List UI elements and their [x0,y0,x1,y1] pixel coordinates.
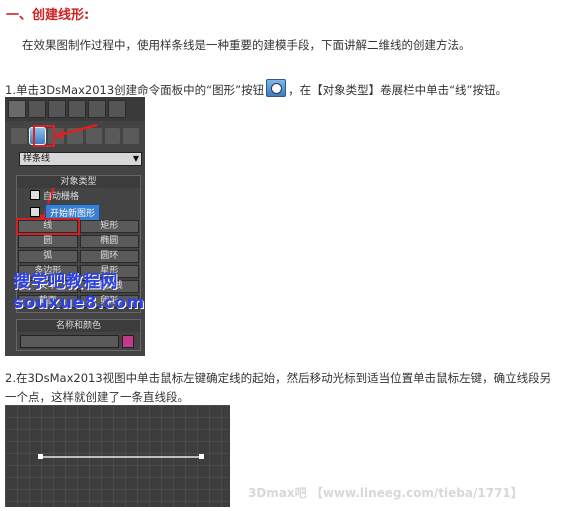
shapes-button-icon [266,79,287,97]
section-heading: 一、创建线形: [6,8,90,23]
start-new-shape[interactable]: 开始新图形 [30,204,101,221]
category-dropdown[interactable]: 样条线 ▼ [19,152,142,166]
viewport[interactable] [5,405,230,507]
step1-after: ，在【对象类型】卷展栏中单击“线”按钮。 [288,83,508,97]
step2-text: 2.在3DsMax2013视图中单击鼠标左键确定线的起始，然后移动光标到适当位置… [5,371,552,404]
name-color-title[interactable]: 名称和颜色 [17,320,140,332]
intro-paragraph: 在效果图制作过程中，使用样条线是一种重要的建模手段，下面讲解二维线的创建方法。 [22,38,471,52]
step1-text: 1.单击3DsMax2013创建命令面板中的“图形”按钮 ，在【对象类型】卷展栏中… [5,79,507,98]
checkbox-checked-icon [30,207,40,217]
ellipse-button[interactable]: 椭圆 [79,235,139,248]
spline-drawing [38,454,204,459]
checkbox-icon [30,190,40,200]
object-type-title[interactable]: 对象类型 [17,176,140,188]
watermark-line1: 搜学吧教程网 [13,272,118,292]
line-button[interactable]: 线 [16,218,80,235]
chevron-down-icon: ▼ [132,154,139,163]
start-new-shape-button[interactable]: 开始新图形 [45,204,101,221]
arc-button[interactable]: 弧 [18,250,78,263]
circle-button[interactable]: 圆 [18,235,78,248]
object-name-field[interactable] [20,335,119,348]
vertex-end [199,454,204,459]
object-color-swatch[interactable] [122,335,134,348]
donut-button[interactable]: 圆环 [79,250,139,263]
vertex-start [38,454,43,459]
footer-watermark: 3Dmax吧 【www.lineeg.com/tieba/1771】 [248,486,523,500]
watermark-line2: souxue8.com [13,293,145,313]
rectangle-button[interactable]: 矩形 [79,220,139,233]
dropdown-value: 样条线 [23,154,51,164]
auto-grid-label: 自动栅格 [43,192,80,202]
auto-grid-checkbox[interactable]: 自动栅格 [30,189,79,202]
step1-before: 1.单击3DsMax2013创建命令面板中的“图形”按钮 [5,83,265,97]
create-command-panel: 样条线 ▼ 对象类型 自动栅格 开始新图形 线 矩形 圆 椭圆 弧 圆环 多边形… [5,97,145,356]
